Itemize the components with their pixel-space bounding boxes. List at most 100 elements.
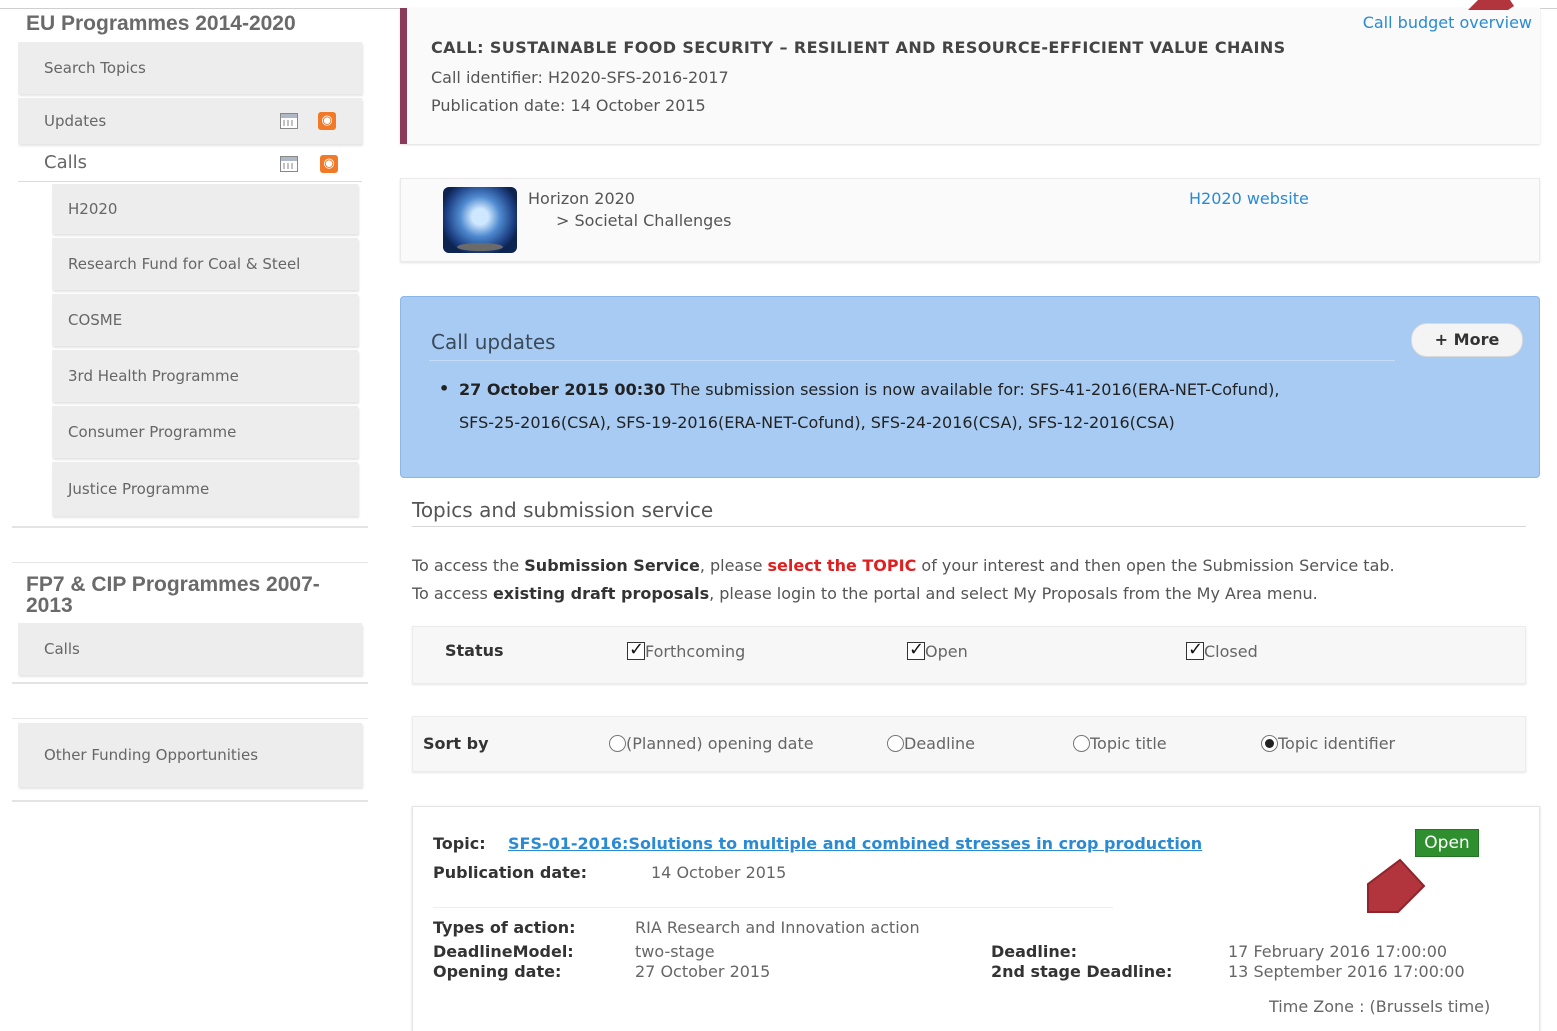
- text-highlight: select the TOPIC: [767, 556, 917, 575]
- updates-link[interactable]: Updates ◉: [18, 98, 362, 144]
- divider: [412, 526, 1526, 527]
- more-button[interactable]: + More: [1411, 323, 1523, 357]
- radio-label: (Planned) opening date: [626, 734, 814, 753]
- time-zone-note: Time Zone : (Brussels time): [1269, 997, 1491, 1016]
- fp7-programmes-title-line1: FP7 & CIP Programmes 2007-: [26, 573, 320, 596]
- topic-link[interactable]: SFS-01-2016:Solutions to multiple and co…: [508, 834, 1202, 853]
- call-publication-date: Publication date: 14 October 2015: [431, 96, 706, 115]
- instructions-line-1: To access the Submission Service, please…: [412, 556, 1395, 575]
- text: To access the: [412, 556, 525, 575]
- divider: [433, 907, 1113, 908]
- text: To access: [412, 584, 493, 603]
- publication-date-label: Publication date:: [433, 863, 588, 882]
- status-closed-checkbox[interactable]: Closed: [1186, 639, 1258, 661]
- rss-icon[interactable]: ◉: [318, 112, 336, 130]
- call-title: CALL: SUSTAINABLE FOOD SECURITY – RESILI…: [431, 38, 1286, 57]
- topic-card: Topic: SFS-01-2016:Solutions to multiple…: [412, 806, 1540, 1031]
- calendar-icon[interactable]: [280, 113, 298, 129]
- radio-icon[interactable]: [1073, 735, 1090, 752]
- sidebar-item-label: COSME: [68, 311, 123, 329]
- sidebar-item-label: Consumer Programme: [68, 423, 237, 441]
- second-stage-deadline-label: 2nd stage Deadline:: [991, 962, 1173, 981]
- checkbox-label: Forthcoming: [645, 642, 746, 661]
- deadline-model-label: DeadlineModel:: [433, 942, 574, 961]
- deadline-label: Deadline:: [991, 942, 1077, 961]
- calls-link[interactable]: Calls ◉: [18, 146, 362, 182]
- h2020-website-link[interactable]: H2020 website: [1189, 189, 1309, 208]
- radio-selected-icon[interactable]: [1261, 735, 1278, 752]
- pointer-arrow-icon: [1468, 0, 1514, 10]
- instructions-line-2: To access existing draft proposals, plea…: [412, 584, 1318, 603]
- text: of your interest and then open the Submi…: [916, 556, 1395, 575]
- sort-topic-identifier-radio[interactable]: Topic identifier: [1261, 734, 1395, 753]
- topics-section-heading: Topics and submission service: [412, 498, 714, 522]
- programme-name: Horizon 2020: [528, 189, 635, 208]
- other-funding-group: Other Funding Opportunities: [12, 718, 368, 802]
- call-updates-title: Call updates: [431, 330, 556, 354]
- update-text-2: SFS-25-2016(CSA), SFS-19-2016(ERA-NET-Co…: [459, 413, 1175, 432]
- checkbox-checked-icon[interactable]: [627, 639, 645, 660]
- text: , please login to the portal and select …: [709, 584, 1318, 603]
- text: , please: [699, 556, 768, 575]
- call-updates-panel: Call updates + More • 27 October 2015 00…: [400, 296, 1540, 478]
- checkbox-checked-icon[interactable]: [907, 639, 925, 660]
- update-line-1: 27 October 2015 00:30 The submission ses…: [459, 380, 1279, 399]
- radio-label: Topic identifier: [1278, 734, 1396, 753]
- sort-deadline-radio[interactable]: Deadline: [887, 734, 975, 753]
- checkbox-label: Open: [925, 642, 968, 661]
- eu-programmes-group: EU Programmes 2014-2020 Search Topics Up…: [12, 0, 368, 528]
- text-bold: existing draft proposals: [492, 584, 710, 603]
- opening-date-value: 27 October 2015: [635, 962, 771, 981]
- programme-box: Horizon 2020 > Societal Challenges H2020…: [400, 178, 1540, 262]
- types-of-action-value: RIA Research and Innovation action: [635, 918, 920, 937]
- call-identifier: Call identifier: H2020-SFS-2016-2017: [431, 68, 729, 87]
- checkbox-label: Closed: [1204, 642, 1258, 661]
- status-forthcoming-checkbox[interactable]: Forthcoming: [627, 639, 746, 661]
- text-bold: Submission Service: [524, 556, 700, 575]
- radio-label: Deadline: [904, 734, 975, 753]
- fp7-calls-label: Calls: [44, 640, 80, 658]
- calls-label: Calls: [44, 152, 87, 173]
- opening-date-label: Opening date:: [433, 962, 562, 981]
- radio-icon[interactable]: [609, 735, 626, 752]
- sidebar-item-cosme[interactable]: COSME: [52, 294, 358, 346]
- sidebar-item-justice[interactable]: Justice Programme: [52, 462, 358, 516]
- divider: [429, 360, 1395, 361]
- topic-label: Topic:: [433, 834, 486, 853]
- other-funding-label: Other Funding Opportunities: [44, 746, 259, 764]
- sidebar-item-h2020[interactable]: H2020: [52, 184, 358, 234]
- deadline-model-value: two-stage: [635, 942, 715, 961]
- checkbox-checked-icon[interactable]: [1186, 639, 1204, 660]
- sidebar-item-coal-steel[interactable]: Research Fund for Coal & Steel: [52, 238, 358, 290]
- search-topics-link[interactable]: Search Topics: [18, 42, 362, 94]
- deadline-value: 17 February 2016 17:00:00: [1228, 942, 1448, 961]
- types-of-action-label: Types of action:: [433, 918, 576, 937]
- sidebar-item-label: Justice Programme: [68, 480, 210, 498]
- sort-filter: Sort by (Planned) opening date Deadline …: [412, 716, 1526, 772]
- update-text-1: The submission session is now available …: [670, 380, 1280, 399]
- call-budget-overview-link[interactable]: Call budget overview: [1363, 13, 1532, 32]
- other-funding-link[interactable]: Other Funding Opportunities: [18, 723, 362, 787]
- calendar-icon[interactable]: [280, 156, 298, 172]
- status-badge: Open: [1415, 829, 1479, 857]
- fp7-programmes-group: FP7 & CIP Programmes 2007- 2013 Calls: [12, 562, 368, 684]
- eu-programmes-title: EU Programmes 2014-2020: [26, 12, 296, 35]
- sidebar-item-label: H2020: [68, 200, 118, 218]
- publication-date-value: 14 October 2015: [651, 863, 787, 882]
- updates-label: Updates: [44, 112, 107, 130]
- fp7-calls-link[interactable]: Calls: [18, 623, 362, 675]
- sort-topic-title-radio[interactable]: Topic title: [1073, 734, 1167, 753]
- sort-opening-date-radio[interactable]: (Planned) opening date: [609, 734, 814, 753]
- sidebar-item-health[interactable]: 3rd Health Programme: [52, 350, 358, 402]
- radio-label: Topic title: [1090, 734, 1167, 753]
- programme-sub: > Societal Challenges: [556, 211, 732, 230]
- horizon-globe-icon: [443, 187, 517, 253]
- sidebar-item-consumer[interactable]: Consumer Programme: [52, 406, 358, 458]
- radio-icon[interactable]: [887, 735, 904, 752]
- status-filter: Status Forthcoming Open Closed: [412, 626, 1526, 684]
- pointer-arrow-icon: [1367, 858, 1426, 913]
- status-filter-label: Status: [445, 641, 504, 660]
- fp7-programmes-title-line2: 2013: [26, 594, 73, 617]
- status-open-checkbox[interactable]: Open: [907, 639, 968, 661]
- rss-icon[interactable]: ◉: [320, 155, 338, 173]
